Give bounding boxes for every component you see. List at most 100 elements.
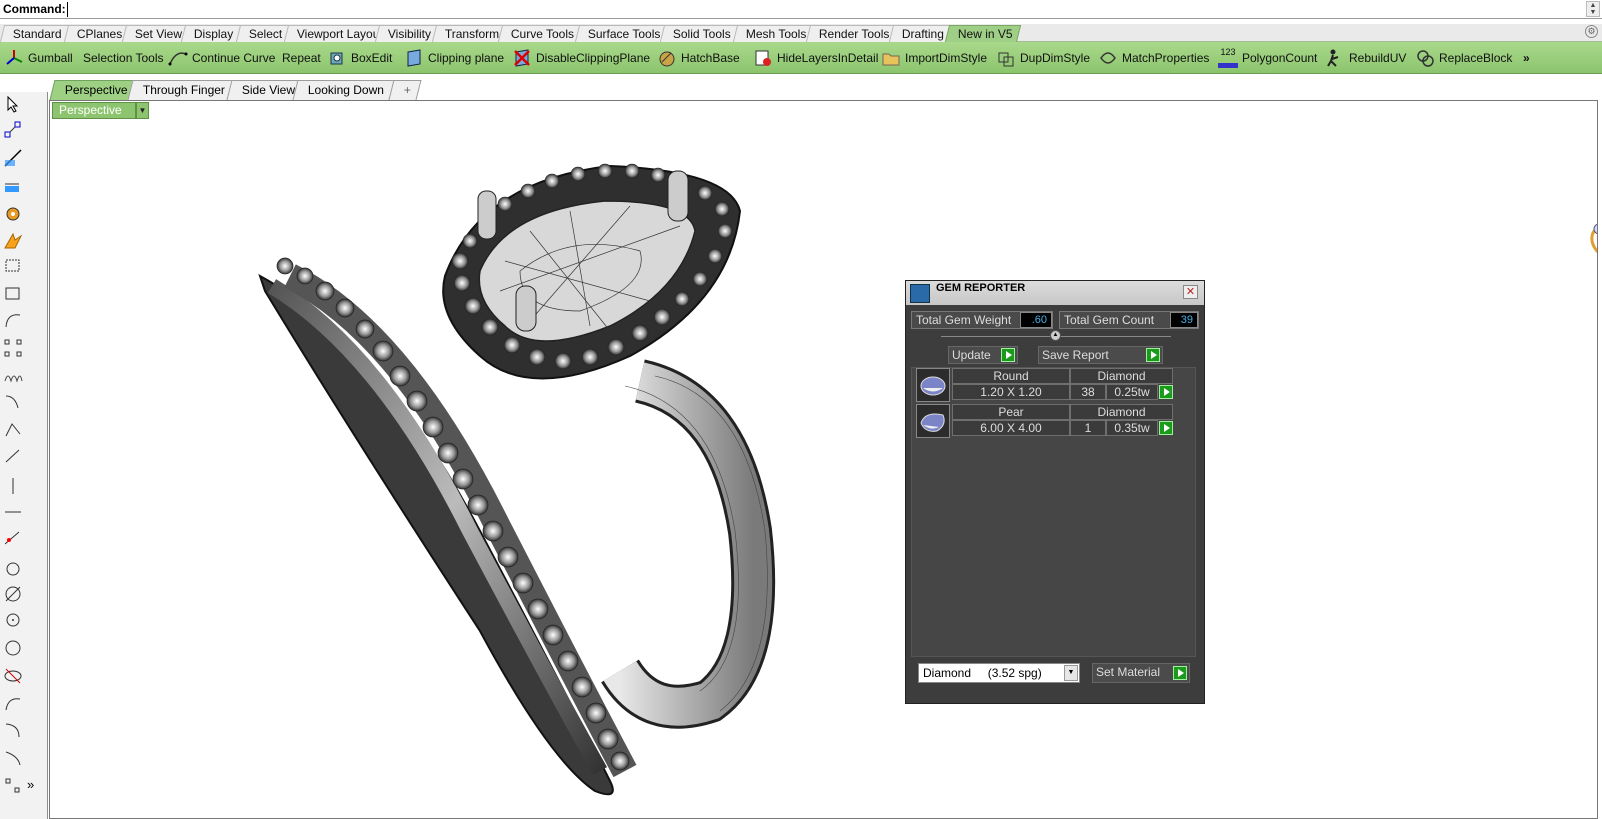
polygon-count-label: PolygonCount bbox=[1242, 51, 1318, 65]
gumball-button[interactable]: Gumball bbox=[4, 42, 73, 74]
match-properties-icon bbox=[1100, 52, 1116, 64]
viewport-tab-perspective[interactable]: Perspective bbox=[49, 80, 139, 100]
ring-thumbnail-icon[interactable] bbox=[1585, 220, 1598, 260]
gem-list-area: Round Diamond 1.20 X 1.20 38 0.25tw Pear… bbox=[911, 367, 1196, 657]
ellipse-icon[interactable] bbox=[3, 666, 23, 686]
disable-clipping-plane-button[interactable]: DisableClippingPlane bbox=[512, 42, 650, 74]
chevron-down-icon[interactable]: ▼ bbox=[1064, 665, 1078, 681]
polygon-count-icon: 123 bbox=[1218, 48, 1238, 68]
tab-visibility[interactable]: Visibility bbox=[374, 25, 440, 42]
vertical-line-icon[interactable] bbox=[3, 476, 23, 496]
tab-standard[interactable]: Standard bbox=[0, 25, 70, 42]
control-points-icon[interactable] bbox=[3, 338, 23, 358]
clipping-plane-button[interactable]: Clipping plane bbox=[404, 42, 504, 74]
add-viewport-tab-button[interactable]: + bbox=[388, 80, 422, 100]
dup-dim-style-button[interactable]: DupDimStyle bbox=[996, 42, 1090, 74]
tab-curve-tools[interactable]: Curve Tools bbox=[497, 25, 583, 42]
line-icon[interactable] bbox=[3, 148, 23, 168]
boxedit-button[interactable]: BoxEdit bbox=[327, 42, 392, 74]
circle-3pt-icon[interactable] bbox=[3, 610, 23, 630]
continue-curve-button[interactable]: Continue Curve bbox=[168, 42, 275, 74]
set-material-button[interactable]: Set Material bbox=[1092, 663, 1190, 683]
hatchbase-button[interactable]: HatchBase bbox=[657, 42, 740, 74]
polygon-count-button[interactable]: 123 PolygonCount bbox=[1218, 42, 1317, 74]
rebuild-uv-button[interactable]: RebuildUV bbox=[1325, 42, 1406, 74]
helix-icon[interactable] bbox=[3, 366, 23, 386]
gem-row[interactable]: Pear Diamond 6.00 X 4.00 1 0.35tw bbox=[916, 404, 1176, 438]
tab-display[interactable]: Display bbox=[180, 25, 242, 42]
command-label: Command: bbox=[3, 2, 66, 16]
select-arrow-icon[interactable] bbox=[3, 94, 23, 114]
points-grid-icon[interactable] bbox=[3, 776, 23, 796]
gem-row-arrow-icon[interactable] bbox=[1159, 421, 1173, 435]
total-gem-weight-value: .60 bbox=[1020, 312, 1052, 328]
replace-block-button[interactable]: ReplaceBlock bbox=[1415, 42, 1512, 74]
tab-set-view[interactable]: Set View bbox=[121, 25, 191, 42]
command-scroll[interactable]: ▲ ▼ bbox=[1586, 1, 1600, 17]
collapse-icon[interactable]: ▲ bbox=[1050, 330, 1061, 341]
curve-tool-icon[interactable] bbox=[3, 310, 23, 330]
set-material-arrow-icon bbox=[1173, 666, 1187, 680]
settings-gear-icon[interactable]: ⚙ bbox=[1585, 25, 1598, 38]
tab-new-in-v5[interactable]: New in V5 bbox=[944, 25, 1021, 42]
interpolate-icon[interactable] bbox=[3, 392, 23, 412]
horizontal-line-icon[interactable] bbox=[3, 502, 23, 522]
gem-weight: 0.35tw bbox=[1106, 420, 1158, 436]
import-dim-style-button[interactable]: ImportDimStyle bbox=[881, 42, 987, 74]
selection-tools-button[interactable]: Selection Tools bbox=[83, 42, 164, 74]
tangent-line-icon[interactable] bbox=[3, 528, 23, 548]
close-icon[interactable]: ✕ bbox=[1183, 285, 1198, 299]
tab-surface-tools[interactable]: Surface Tools bbox=[574, 25, 669, 42]
arc-tangent-icon[interactable] bbox=[3, 748, 23, 768]
arc-start-end-icon[interactable] bbox=[3, 720, 23, 740]
save-report-button[interactable]: Save Report bbox=[1038, 346, 1163, 364]
toolbar-tab-strip: Standard CPlanes Set View Display Select… bbox=[0, 24, 1602, 42]
perspective-viewport[interactable]: Perspective ▼ bbox=[49, 100, 1598, 819]
rectangle-icon[interactable] bbox=[3, 256, 23, 276]
gear-tool-icon[interactable] bbox=[3, 204, 23, 224]
tab-cplanes[interactable]: CPlanes bbox=[63, 25, 131, 42]
disable-clipping-icon bbox=[514, 49, 530, 67]
repeat-button[interactable]: Repeat bbox=[282, 42, 321, 74]
gem-reporter-logo-icon bbox=[910, 284, 930, 303]
pear-gem-thumbnail-icon bbox=[916, 404, 950, 438]
hide-layers-in-detail-label: HideLayersInDetail bbox=[777, 51, 879, 65]
tab-transform[interactable]: Transform bbox=[431, 25, 508, 42]
new-in-v5-toolbar: Gumball Selection Tools Continue Curve R… bbox=[0, 42, 1602, 74]
replace-block-label: ReplaceBlock bbox=[1439, 51, 1513, 65]
tab-solid-tools[interactable]: Solid Tools bbox=[659, 25, 739, 42]
disable-clipping-plane-label: DisableClippingPlane bbox=[536, 51, 651, 65]
line-segment-icon[interactable] bbox=[3, 446, 23, 466]
polyline-icon[interactable] bbox=[3, 176, 23, 196]
update-button[interactable]: Update bbox=[948, 346, 1018, 364]
viewport-tab-through-finger[interactable]: Through Finger bbox=[127, 80, 236, 100]
material-select[interactable]: Diamond (3.52 spg) ▼ bbox=[918, 663, 1080, 683]
polyline-points-icon[interactable] bbox=[3, 420, 23, 440]
hide-layers-in-detail-button[interactable]: HideLayersInDetail bbox=[753, 42, 878, 74]
tab-render-tools[interactable]: Render Tools bbox=[805, 25, 898, 42]
match-properties-label: MatchProperties bbox=[1122, 51, 1210, 65]
gem-reporter-titlebar[interactable]: GEM REPORTER ✕ bbox=[906, 281, 1204, 305]
gem-row[interactable]: Round Diamond 1.20 X 1.20 38 0.25tw bbox=[916, 368, 1176, 402]
gem-cut: Round bbox=[952, 368, 1070, 384]
left-tools-more-button[interactable]: » bbox=[27, 777, 34, 792]
dup-dim-style-label: DupDimStyle bbox=[1020, 51, 1091, 65]
tab-select[interactable]: Select bbox=[235, 25, 291, 42]
match-properties-button[interactable]: MatchProperties bbox=[1098, 42, 1209, 74]
viewport-tab-looking-down[interactable]: Looking Down bbox=[292, 80, 395, 100]
ring-model-render[interactable] bbox=[50, 101, 1598, 819]
circle-icon[interactable] bbox=[3, 558, 23, 578]
circle-diameter-icon[interactable] bbox=[3, 584, 23, 604]
circle-tangent-icon[interactable] bbox=[3, 638, 23, 658]
toolbar-more-button[interactable]: » bbox=[1523, 42, 1530, 74]
tab-mesh-tools[interactable]: Mesh Tools bbox=[732, 25, 815, 42]
boxedit-icon bbox=[330, 52, 343, 65]
box-icon[interactable] bbox=[3, 284, 23, 304]
selection-tools-label: Selection Tools bbox=[83, 51, 164, 65]
gem-row-arrow-icon[interactable] bbox=[1159, 385, 1173, 399]
tab-drafting[interactable]: Drafting bbox=[888, 25, 953, 42]
point-icon[interactable] bbox=[3, 120, 23, 140]
command-input[interactable] bbox=[67, 2, 1582, 17]
arc-icon[interactable] bbox=[3, 694, 23, 714]
explode-icon[interactable] bbox=[3, 230, 23, 250]
